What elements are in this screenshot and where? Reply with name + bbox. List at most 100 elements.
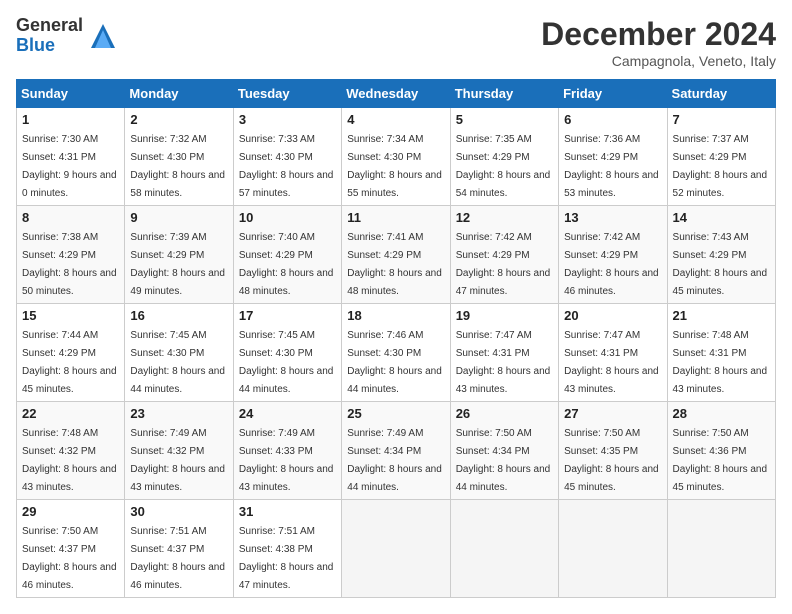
calendar-cell: 8 Sunrise: 7:38 AMSunset: 4:29 PMDayligh… <box>17 206 125 304</box>
calendar-cell: 2 Sunrise: 7:32 AMSunset: 4:30 PMDayligh… <box>125 108 233 206</box>
calendar-cell: 9 Sunrise: 7:39 AMSunset: 4:29 PMDayligh… <box>125 206 233 304</box>
day-info: Sunrise: 7:46 AMSunset: 4:30 PMDaylight:… <box>347 330 442 395</box>
day-number: 3 <box>239 112 336 127</box>
day-info: Sunrise: 7:37 AMSunset: 4:29 PMDaylight:… <box>673 134 768 199</box>
calendar-cell: 27 Sunrise: 7:50 AMSunset: 4:35 PMDaylig… <box>559 402 667 500</box>
day-number: 25 <box>347 406 444 421</box>
day-number: 8 <box>22 210 119 225</box>
calendar-cell: 25 Sunrise: 7:49 AMSunset: 4:34 PMDaylig… <box>342 402 450 500</box>
calendar-cell <box>342 500 450 598</box>
calendar-cell: 6 Sunrise: 7:36 AMSunset: 4:29 PMDayligh… <box>559 108 667 206</box>
day-info: Sunrise: 7:43 AMSunset: 4:29 PMDaylight:… <box>673 232 768 297</box>
calendar-cell: 18 Sunrise: 7:46 AMSunset: 4:30 PMDaylig… <box>342 304 450 402</box>
calendar-cell: 13 Sunrise: 7:42 AMSunset: 4:29 PMDaylig… <box>559 206 667 304</box>
day-info: Sunrise: 7:50 AMSunset: 4:37 PMDaylight:… <box>22 526 117 591</box>
day-number: 31 <box>239 504 336 519</box>
calendar-cell: 22 Sunrise: 7:48 AMSunset: 4:32 PMDaylig… <box>17 402 125 500</box>
day-info: Sunrise: 7:45 AMSunset: 4:30 PMDaylight:… <box>130 330 225 395</box>
logo-blue: Blue <box>16 36 83 56</box>
calendar-cell: 15 Sunrise: 7:44 AMSunset: 4:29 PMDaylig… <box>17 304 125 402</box>
day-info: Sunrise: 7:51 AMSunset: 4:38 PMDaylight:… <box>239 526 334 591</box>
day-number: 13 <box>564 210 661 225</box>
calendar-cell: 31 Sunrise: 7:51 AMSunset: 4:38 PMDaylig… <box>233 500 341 598</box>
calendar-cell: 10 Sunrise: 7:40 AMSunset: 4:29 PMDaylig… <box>233 206 341 304</box>
calendar-cell: 11 Sunrise: 7:41 AMSunset: 4:29 PMDaylig… <box>342 206 450 304</box>
calendar-cell: 19 Sunrise: 7:47 AMSunset: 4:31 PMDaylig… <box>450 304 558 402</box>
day-number: 21 <box>673 308 770 323</box>
day-info: Sunrise: 7:41 AMSunset: 4:29 PMDaylight:… <box>347 232 442 297</box>
day-info: Sunrise: 7:39 AMSunset: 4:29 PMDaylight:… <box>130 232 225 297</box>
calendar-cell: 14 Sunrise: 7:43 AMSunset: 4:29 PMDaylig… <box>667 206 775 304</box>
calendar-cell <box>667 500 775 598</box>
calendar-table: Sunday Monday Tuesday Wednesday Thursday… <box>16 79 776 598</box>
day-number: 16 <box>130 308 227 323</box>
day-info: Sunrise: 7:33 AMSunset: 4:30 PMDaylight:… <box>239 134 334 199</box>
calendar-cell: 30 Sunrise: 7:51 AMSunset: 4:37 PMDaylig… <box>125 500 233 598</box>
day-info: Sunrise: 7:50 AMSunset: 4:34 PMDaylight:… <box>456 428 551 493</box>
month-year: December 2024 <box>541 16 776 53</box>
day-number: 9 <box>130 210 227 225</box>
day-number: 5 <box>456 112 553 127</box>
calendar-cell: 28 Sunrise: 7:50 AMSunset: 4:36 PMDaylig… <box>667 402 775 500</box>
day-number: 1 <box>22 112 119 127</box>
calendar-week-5: 29 Sunrise: 7:50 AMSunset: 4:37 PMDaylig… <box>17 500 776 598</box>
calendar-cell <box>450 500 558 598</box>
calendar-cell: 5 Sunrise: 7:35 AMSunset: 4:29 PMDayligh… <box>450 108 558 206</box>
day-number: 17 <box>239 308 336 323</box>
day-number: 24 <box>239 406 336 421</box>
day-number: 18 <box>347 308 444 323</box>
day-number: 20 <box>564 308 661 323</box>
col-friday: Friday <box>559 80 667 108</box>
day-number: 2 <box>130 112 227 127</box>
day-info: Sunrise: 7:45 AMSunset: 4:30 PMDaylight:… <box>239 330 334 395</box>
day-info: Sunrise: 7:44 AMSunset: 4:29 PMDaylight:… <box>22 330 117 395</box>
calendar-cell: 12 Sunrise: 7:42 AMSunset: 4:29 PMDaylig… <box>450 206 558 304</box>
day-number: 6 <box>564 112 661 127</box>
day-info: Sunrise: 7:40 AMSunset: 4:29 PMDaylight:… <box>239 232 334 297</box>
day-number: 14 <box>673 210 770 225</box>
day-number: 26 <box>456 406 553 421</box>
calendar-cell: 17 Sunrise: 7:45 AMSunset: 4:30 PMDaylig… <box>233 304 341 402</box>
day-info: Sunrise: 7:42 AMSunset: 4:29 PMDaylight:… <box>564 232 659 297</box>
logo: General Blue <box>16 16 119 56</box>
day-info: Sunrise: 7:38 AMSunset: 4:29 PMDaylight:… <box>22 232 117 297</box>
day-info: Sunrise: 7:49 AMSunset: 4:33 PMDaylight:… <box>239 428 334 493</box>
day-info: Sunrise: 7:49 AMSunset: 4:32 PMDaylight:… <box>130 428 225 493</box>
day-info: Sunrise: 7:48 AMSunset: 4:32 PMDaylight:… <box>22 428 117 493</box>
day-number: 23 <box>130 406 227 421</box>
day-number: 12 <box>456 210 553 225</box>
calendar-cell: 26 Sunrise: 7:50 AMSunset: 4:34 PMDaylig… <box>450 402 558 500</box>
calendar-cell: 29 Sunrise: 7:50 AMSunset: 4:37 PMDaylig… <box>17 500 125 598</box>
day-number: 15 <box>22 308 119 323</box>
col-thursday: Thursday <box>450 80 558 108</box>
day-number: 28 <box>673 406 770 421</box>
day-info: Sunrise: 7:36 AMSunset: 4:29 PMDaylight:… <box>564 134 659 199</box>
calendar-cell: 24 Sunrise: 7:49 AMSunset: 4:33 PMDaylig… <box>233 402 341 500</box>
calendar-cell: 23 Sunrise: 7:49 AMSunset: 4:32 PMDaylig… <box>125 402 233 500</box>
day-number: 29 <box>22 504 119 519</box>
calendar-week-4: 22 Sunrise: 7:48 AMSunset: 4:32 PMDaylig… <box>17 402 776 500</box>
day-number: 7 <box>673 112 770 127</box>
calendar-cell: 20 Sunrise: 7:47 AMSunset: 4:31 PMDaylig… <box>559 304 667 402</box>
day-number: 22 <box>22 406 119 421</box>
day-info: Sunrise: 7:49 AMSunset: 4:34 PMDaylight:… <box>347 428 442 493</box>
col-monday: Monday <box>125 80 233 108</box>
logo-icon <box>87 20 119 52</box>
col-tuesday: Tuesday <box>233 80 341 108</box>
day-number: 4 <box>347 112 444 127</box>
day-number: 10 <box>239 210 336 225</box>
day-info: Sunrise: 7:51 AMSunset: 4:37 PMDaylight:… <box>130 526 225 591</box>
day-info: Sunrise: 7:34 AMSunset: 4:30 PMDaylight:… <box>347 134 442 199</box>
page-header: General Blue December 2024 Campagnola, V… <box>16 16 776 69</box>
col-sunday: Sunday <box>17 80 125 108</box>
calendar-cell: 3 Sunrise: 7:33 AMSunset: 4:30 PMDayligh… <box>233 108 341 206</box>
calendar-cell: 1 Sunrise: 7:30 AMSunset: 4:31 PMDayligh… <box>17 108 125 206</box>
day-info: Sunrise: 7:30 AMSunset: 4:31 PMDaylight:… <box>22 134 117 199</box>
day-info: Sunrise: 7:50 AMSunset: 4:36 PMDaylight:… <box>673 428 768 493</box>
day-number: 27 <box>564 406 661 421</box>
calendar-cell <box>559 500 667 598</box>
day-info: Sunrise: 7:47 AMSunset: 4:31 PMDaylight:… <box>456 330 551 395</box>
day-info: Sunrise: 7:47 AMSunset: 4:31 PMDaylight:… <box>564 330 659 395</box>
col-wednesday: Wednesday <box>342 80 450 108</box>
day-info: Sunrise: 7:42 AMSunset: 4:29 PMDaylight:… <box>456 232 551 297</box>
